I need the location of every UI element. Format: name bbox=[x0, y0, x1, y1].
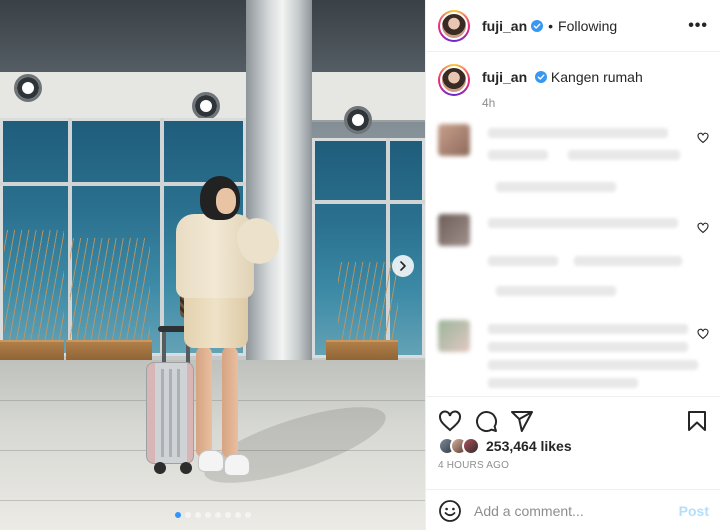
comment-like-icon[interactable] bbox=[697, 132, 709, 144]
caption-timestamp: 4h bbox=[482, 96, 496, 110]
carousel-dot[interactable] bbox=[184, 512, 191, 518]
carousel-dot[interactable] bbox=[204, 512, 211, 518]
share-icon[interactable] bbox=[510, 409, 534, 433]
comment-like-icon[interactable] bbox=[697, 222, 709, 234]
emoji-icon[interactable] bbox=[438, 499, 462, 523]
blurred-comment bbox=[438, 320, 713, 394]
dry-grass bbox=[4, 230, 64, 342]
following-button[interactable]: Following bbox=[558, 18, 617, 34]
blurred-comment bbox=[438, 214, 713, 300]
post-sidebar: fuji_an • Following ••• fuji_an Kangen r… bbox=[425, 0, 720, 530]
post-photo[interactable] bbox=[0, 0, 425, 530]
ceiling-vent bbox=[14, 74, 42, 102]
sneaker bbox=[224, 454, 250, 476]
comment-icon[interactable] bbox=[474, 409, 498, 433]
avatar[interactable] bbox=[438, 64, 470, 96]
post-timestamp: 4 HOURS AGO bbox=[438, 460, 510, 471]
carousel-dot[interactable] bbox=[224, 512, 231, 518]
ceiling-vent bbox=[344, 106, 372, 134]
dry-grass bbox=[338, 262, 398, 342]
carousel-dot[interactable] bbox=[214, 512, 221, 518]
post-caption: fuji_an Kangen rumah 4h bbox=[426, 52, 720, 112]
suitcase bbox=[146, 362, 194, 464]
comment-input[interactable] bbox=[474, 502, 679, 519]
comment-box: Post bbox=[426, 489, 720, 530]
ceiling-vent bbox=[192, 92, 220, 120]
caption-username[interactable]: fuji_an bbox=[482, 69, 527, 85]
concrete-pillar bbox=[246, 0, 312, 375]
skirt bbox=[184, 292, 248, 348]
carousel-dots bbox=[0, 512, 425, 518]
carousel-dot[interactable] bbox=[174, 512, 181, 518]
comment-like-icon[interactable] bbox=[697, 328, 709, 340]
likes-row[interactable]: 253,464 likes bbox=[438, 437, 572, 455]
next-slide-button[interactable] bbox=[392, 255, 414, 277]
post-header: fuji_an • Following ••• bbox=[426, 0, 720, 52]
username[interactable]: fuji_an bbox=[482, 18, 527, 34]
blurred-comment bbox=[438, 124, 713, 194]
tiled-floor bbox=[0, 360, 425, 530]
more-options-icon[interactable]: ••• bbox=[688, 17, 708, 35]
verified-badge-icon bbox=[535, 71, 548, 83]
dry-grass bbox=[70, 238, 150, 342]
liker-avatar bbox=[462, 437, 480, 455]
verified-badge-icon bbox=[531, 19, 544, 32]
sneaker bbox=[198, 450, 224, 472]
likes-count[interactable]: 253,464 likes bbox=[486, 438, 572, 454]
carousel-dot[interactable] bbox=[234, 512, 241, 518]
separator-dot: • bbox=[548, 17, 554, 34]
face bbox=[216, 188, 236, 214]
post-comment-button[interactable]: Post bbox=[679, 503, 709, 519]
post-actions: 253,464 likes 4 HOURS AGO Post bbox=[426, 396, 720, 530]
bookmark-icon[interactable] bbox=[685, 409, 709, 433]
carousel-dot[interactable] bbox=[194, 512, 201, 518]
caption-text: Kangen rumah bbox=[550, 69, 643, 85]
heart-icon[interactable] bbox=[438, 409, 462, 433]
carousel-dot[interactable] bbox=[244, 512, 251, 518]
chevron-right-icon bbox=[400, 261, 406, 271]
avatar[interactable] bbox=[438, 9, 470, 42]
